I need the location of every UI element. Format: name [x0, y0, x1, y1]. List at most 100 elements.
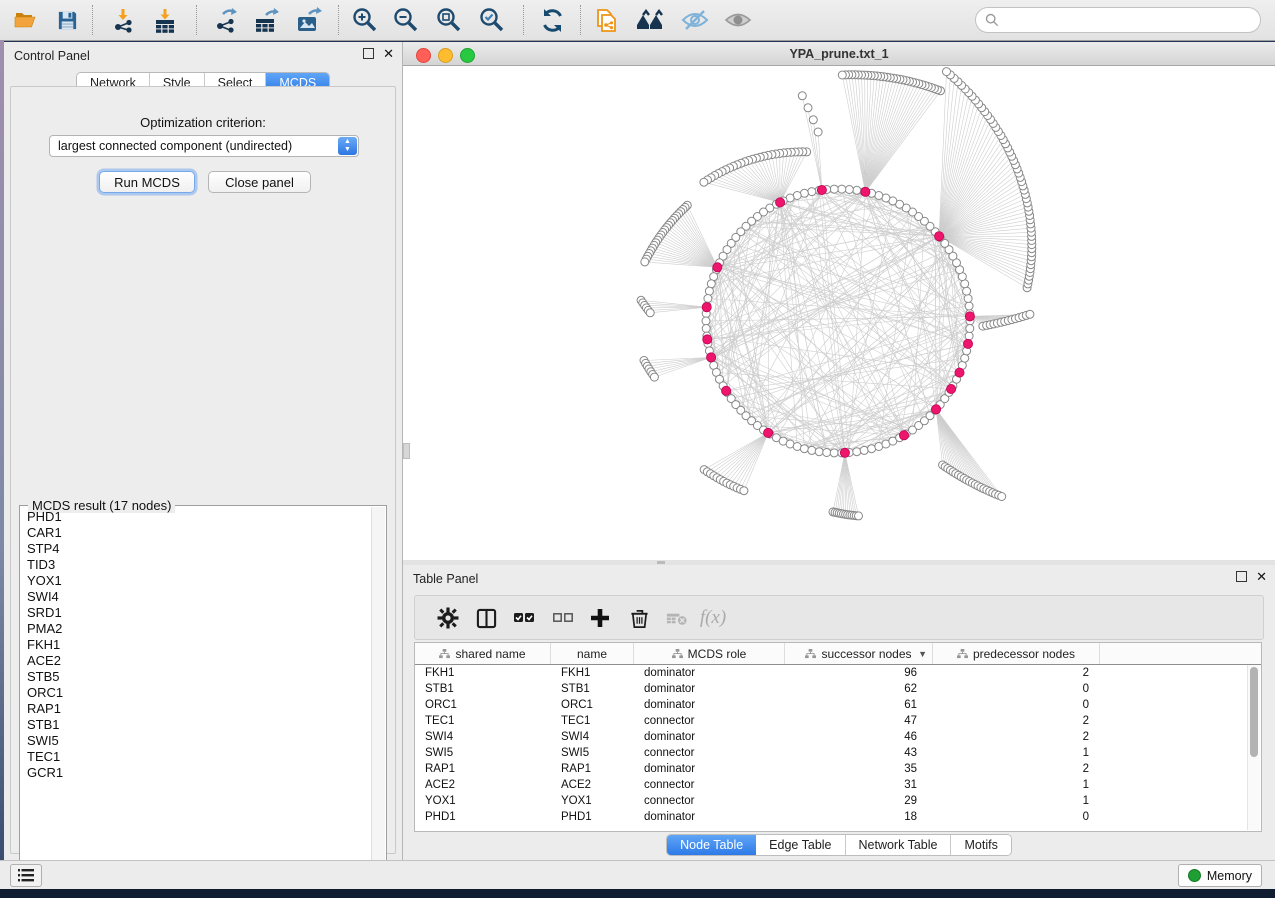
save-session-icon[interactable]: [50, 4, 84, 36]
table-cell: STB1: [551, 683, 634, 695]
close-panel-button[interactable]: Close panel: [208, 171, 311, 193]
mcds-result-item[interactable]: SWI5: [27, 733, 371, 749]
mcds-result-item[interactable]: YOX1: [27, 573, 371, 589]
column-header-successor-nodes[interactable]: successor nodes▼: [785, 643, 933, 664]
table-cell: 2: [933, 763, 1100, 775]
hide-selected-eye-icon[interactable]: [678, 4, 712, 36]
zoom-in-icon[interactable]: [348, 4, 382, 36]
open-file-icon[interactable]: [8, 4, 42, 36]
export-table-icon[interactable]: [249, 4, 283, 36]
sort-chevron-icon[interactable]: ▼: [918, 649, 927, 659]
node-table[interactable]: shared name name MCDS role successor nod…: [414, 642, 1262, 832]
table-cell: 0: [933, 683, 1100, 695]
settings-gear-icon[interactable]: [433, 603, 463, 633]
table-cell: 62: [785, 683, 933, 695]
network-window-titlebar[interactable]: YPA_prune.txt_1: [403, 42, 1275, 66]
export-network-icon[interactable]: [208, 4, 242, 36]
add-column-icon[interactable]: [585, 603, 615, 633]
column-header-name[interactable]: name: [551, 643, 634, 664]
mcds-result-item[interactable]: TEC1: [27, 749, 371, 765]
table-cell: dominator: [634, 763, 785, 775]
table-row[interactable]: FKH1FKH1dominator962: [415, 665, 1261, 681]
table-cell: STB1: [415, 683, 551, 695]
mcds-result-item[interactable]: ACE2: [27, 653, 371, 669]
table-panel: Table Panel ✕ f(x) shared name name: [403, 565, 1275, 860]
table-row[interactable]: STB1STB1dominator620: [415, 681, 1261, 697]
tab-network-table[interactable]: Network Table: [846, 835, 952, 855]
table-row[interactable]: YOX1YOX1connector291: [415, 793, 1261, 809]
close-table-panel-icon[interactable]: ✕: [1256, 572, 1267, 581]
table-scrollbar-thumb[interactable]: [1250, 667, 1258, 757]
column-header-shared-name[interactable]: shared name: [415, 643, 551, 664]
select-all-checkboxes-icon[interactable]: [509, 603, 539, 633]
table-cell: dominator: [634, 667, 785, 679]
columns-icon[interactable]: [471, 603, 501, 633]
mcds-result-item[interactable]: PHD1: [27, 509, 371, 525]
search-input[interactable]: [975, 7, 1261, 33]
mcds-result-item[interactable]: STP4: [27, 541, 371, 557]
mcds-result-item[interactable]: TID3: [27, 557, 371, 573]
task-history-button[interactable]: [10, 864, 42, 887]
tab-node-table[interactable]: Node Table: [667, 835, 756, 855]
deselect-all-checkboxes-icon[interactable]: [548, 603, 578, 633]
zoom-out-icon[interactable]: [389, 4, 423, 36]
zoom-selected-icon[interactable]: [475, 4, 509, 36]
import-network-icon[interactable]: [106, 4, 140, 36]
toolbar-separator: [580, 5, 581, 35]
table-row[interactable]: TEC1TEC1connector472: [415, 713, 1261, 729]
close-panel-icon[interactable]: ✕: [383, 49, 394, 58]
mcds-result-item[interactable]: PMA2: [27, 621, 371, 637]
show-all-eye-icon[interactable]: [721, 4, 755, 36]
list-icon: [18, 869, 34, 882]
table-cell: 61: [785, 699, 933, 711]
mcds-result-item[interactable]: STB1: [27, 717, 371, 733]
import-table-icon[interactable]: [148, 4, 182, 36]
table-cell: ORC1: [415, 699, 551, 711]
refresh-icon[interactable]: [535, 4, 569, 36]
vertical-splitter-handle[interactable]: [403, 443, 410, 459]
control-panel-title: Control Panel: [14, 49, 90, 63]
mcds-result-item[interactable]: SRD1: [27, 605, 371, 621]
table-cell: 0: [933, 811, 1100, 823]
share-document-icon[interactable]: [589, 4, 623, 36]
zoom-fit-icon[interactable]: [432, 4, 466, 36]
mcds-result-list[interactable]: PHD1CAR1STP4TID3YOX1SWI4SRD1PMA2FKH1ACE2…: [21, 509, 371, 871]
table-panel-title: Table Panel: [413, 572, 478, 586]
optimization-criterion-value: largest connected component (undirected): [58, 139, 292, 153]
column-header-mcds-role[interactable]: MCDS role: [634, 643, 785, 664]
table-cell: SWI5: [551, 747, 634, 759]
float-table-panel-icon[interactable]: [1236, 571, 1247, 582]
memory-label: Memory: [1207, 869, 1252, 883]
table-row[interactable]: PHD1PHD1dominator180: [415, 809, 1261, 825]
tab-edge-table[interactable]: Edge Table: [756, 835, 845, 855]
tab-motifs[interactable]: Motifs: [951, 835, 1010, 855]
export-image-icon[interactable]: [291, 4, 325, 36]
optimization-criterion-select[interactable]: largest connected component (undirected)…: [49, 135, 359, 157]
table-cell: RAP1: [551, 763, 634, 775]
run-mcds-button[interactable]: Run MCDS: [99, 171, 195, 193]
search-field[interactable]: [1004, 12, 1260, 28]
table-row[interactable]: ORC1ORC1dominator610: [415, 697, 1261, 713]
table-row[interactable]: ACE2ACE2connector311: [415, 777, 1261, 793]
table-row[interactable]: SWI5SWI5connector431: [415, 745, 1261, 761]
table-cell: ACE2: [415, 779, 551, 791]
network-graph[interactable]: [403, 66, 1275, 560]
table-row[interactable]: RAP1RAP1dominator352: [415, 761, 1261, 777]
mcds-result-item[interactable]: GCR1: [27, 765, 371, 781]
overview-icon[interactable]: [633, 4, 667, 36]
mcds-result-item[interactable]: SWI4: [27, 589, 371, 605]
mcds-result-item[interactable]: STB5: [27, 669, 371, 685]
table-row[interactable]: SWI4SWI4dominator462: [415, 729, 1261, 745]
mcds-result-item[interactable]: CAR1: [27, 525, 371, 541]
table-scrollbar[interactable]: [1247, 665, 1260, 830]
mcds-result-item[interactable]: RAP1: [27, 701, 371, 717]
column-header-predecessor-nodes[interactable]: predecessor nodes: [933, 643, 1100, 664]
mcds-list-scrollbar[interactable]: [371, 507, 385, 871]
control-panel: Control Panel ✕ Network Style Select MCD…: [4, 42, 403, 860]
memory-button[interactable]: Memory: [1178, 864, 1262, 887]
delete-column-trash-icon[interactable]: [624, 603, 654, 633]
network-canvas[interactable]: [403, 66, 1275, 560]
float-panel-icon[interactable]: [363, 48, 374, 59]
mcds-result-item[interactable]: FKH1: [27, 637, 371, 653]
mcds-result-item[interactable]: ORC1: [27, 685, 371, 701]
